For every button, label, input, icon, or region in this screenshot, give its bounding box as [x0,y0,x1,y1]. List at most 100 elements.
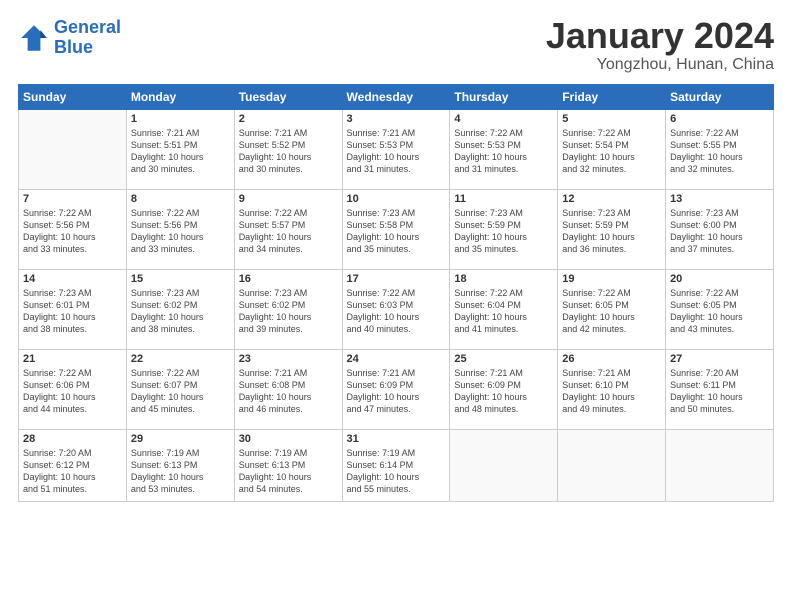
day-number: 7 [23,193,122,205]
logo-text: General Blue [54,18,121,58]
logo-icon [18,22,50,54]
logo: General Blue [18,18,121,58]
day-cell: 23 Sunrise: 7:21 AM Sunset: 6:08 PM Dayli… [234,350,342,430]
day-number: 9 [239,193,338,205]
day-number: 26 [562,353,661,365]
day-number: 24 [347,353,446,365]
col-header-wednesday: Wednesday [342,85,450,110]
day-cell: 30 Sunrise: 7:19 AM Sunset: 6:13 PM Dayli… [234,430,342,502]
day-cell: 19 Sunrise: 7:22 AM Sunset: 6:05 PM Dayli… [558,270,666,350]
day-info: Sunrise: 7:19 AM Sunset: 6:13 PM Dayligh… [131,447,230,496]
day-cell [558,430,666,502]
day-number: 16 [239,273,338,285]
day-cell: 22 Sunrise: 7:22 AM Sunset: 6:07 PM Dayli… [126,350,234,430]
day-number: 31 [347,433,446,445]
day-number: 2 [239,113,338,125]
day-info: Sunrise: 7:23 AM Sunset: 6:01 PM Dayligh… [23,287,122,336]
day-number: 14 [23,273,122,285]
day-cell: 20 Sunrise: 7:22 AM Sunset: 6:05 PM Dayli… [666,270,774,350]
day-number: 6 [670,113,769,125]
day-cell: 9 Sunrise: 7:22 AM Sunset: 5:57 PM Daylig… [234,190,342,270]
day-number: 1 [131,113,230,125]
day-info: Sunrise: 7:19 AM Sunset: 6:13 PM Dayligh… [239,447,338,496]
day-number: 11 [454,193,553,205]
week-row-2: 7 Sunrise: 7:22 AM Sunset: 5:56 PM Daylig… [19,190,774,270]
day-cell: 6 Sunrise: 7:22 AM Sunset: 5:55 PM Daylig… [666,110,774,190]
day-number: 22 [131,353,230,365]
day-cell: 29 Sunrise: 7:19 AM Sunset: 6:13 PM Dayli… [126,430,234,502]
month-title: January 2024 [546,18,774,54]
day-number: 28 [23,433,122,445]
week-row-5: 28 Sunrise: 7:20 AM Sunset: 6:12 PM Dayli… [19,430,774,502]
day-cell: 7Sunrise: 7:22 AM Sunset: 5:56 PM Daylig… [19,190,127,270]
day-info: Sunrise: 7:20 AM Sunset: 6:12 PM Dayligh… [23,447,122,496]
day-info: Sunrise: 7:22 AM Sunset: 5:53 PM Dayligh… [454,127,553,176]
week-row-4: 21Sunrise: 7:22 AM Sunset: 6:06 PM Dayli… [19,350,774,430]
day-info: Sunrise: 7:21 AM Sunset: 6:08 PM Dayligh… [239,367,338,416]
calendar-page: General Blue January 2024 Yongzhou, Huna… [0,0,792,612]
day-info: Sunrise: 7:22 AM Sunset: 5:56 PM Dayligh… [131,207,230,256]
day-cell [666,430,774,502]
day-cell: 5Sunrise: 7:22 AM Sunset: 5:54 PM Daylig… [558,110,666,190]
day-cell: 14 Sunrise: 7:23 AM Sunset: 6:01 PM Dayli… [19,270,127,350]
day-cell: 2 Sunrise: 7:21 AM Sunset: 5:52 PM Daylig… [234,110,342,190]
day-cell: 26 Sunrise: 7:21 AM Sunset: 6:10 PM Dayli… [558,350,666,430]
day-cell: 11 Sunrise: 7:23 AM Sunset: 5:59 PM Dayli… [450,190,558,270]
day-number: 10 [347,193,446,205]
header: General Blue January 2024 Yongzhou, Huna… [18,18,774,74]
day-info: Sunrise: 7:22 AM Sunset: 6:05 PM Dayligh… [670,287,769,336]
day-cell: 4Sunrise: 7:22 AM Sunset: 5:53 PM Daylig… [450,110,558,190]
day-cell: 17Sunrise: 7:22 AM Sunset: 6:03 PM Dayli… [342,270,450,350]
day-cell: 10Sunrise: 7:23 AM Sunset: 5:58 PM Dayli… [342,190,450,270]
col-header-monday: Monday [126,85,234,110]
day-cell: 31 Sunrise: 7:19 AM Sunset: 6:14 PM Dayli… [342,430,450,502]
day-cell [19,110,127,190]
col-header-sunday: Sunday [19,85,127,110]
day-number: 25 [454,353,553,365]
day-info: Sunrise: 7:21 AM Sunset: 5:52 PM Dayligh… [239,127,338,176]
day-cell: 15 Sunrise: 7:23 AM Sunset: 6:02 PM Dayli… [126,270,234,350]
day-number: 29 [131,433,230,445]
day-info: Sunrise: 7:23 AM Sunset: 6:02 PM Dayligh… [239,287,338,336]
day-number: 23 [239,353,338,365]
day-cell: 28 Sunrise: 7:20 AM Sunset: 6:12 PM Dayli… [19,430,127,502]
day-info: Sunrise: 7:22 AM Sunset: 6:06 PM Dayligh… [23,367,122,416]
day-info: Sunrise: 7:23 AM Sunset: 6:00 PM Dayligh… [670,207,769,256]
day-info: Sunrise: 7:22 AM Sunset: 6:05 PM Dayligh… [562,287,661,336]
day-info: Sunrise: 7:23 AM Sunset: 6:02 PM Dayligh… [131,287,230,336]
calendar-table: SundayMondayTuesdayWednesdayThursdayFrid… [18,84,774,502]
day-number: 3 [347,113,446,125]
day-number: 18 [454,273,553,285]
day-cell: 13Sunrise: 7:23 AM Sunset: 6:00 PM Dayli… [666,190,774,270]
day-cell: 18Sunrise: 7:22 AM Sunset: 6:04 PM Dayli… [450,270,558,350]
day-info: Sunrise: 7:22 AM Sunset: 5:55 PM Dayligh… [670,127,769,176]
day-info: Sunrise: 7:19 AM Sunset: 6:14 PM Dayligh… [347,447,446,496]
day-info: Sunrise: 7:22 AM Sunset: 5:57 PM Dayligh… [239,207,338,256]
day-info: Sunrise: 7:22 AM Sunset: 6:03 PM Dayligh… [347,287,446,336]
day-info: Sunrise: 7:20 AM Sunset: 6:11 PM Dayligh… [670,367,769,416]
day-info: Sunrise: 7:23 AM Sunset: 5:59 PM Dayligh… [454,207,553,256]
col-header-tuesday: Tuesday [234,85,342,110]
col-header-friday: Friday [558,85,666,110]
day-number: 12 [562,193,661,205]
col-header-saturday: Saturday [666,85,774,110]
week-row-1: 1Sunrise: 7:21 AM Sunset: 5:51 PM Daylig… [19,110,774,190]
day-cell: 24Sunrise: 7:21 AM Sunset: 6:09 PM Dayli… [342,350,450,430]
day-cell [450,430,558,502]
day-number: 30 [239,433,338,445]
day-number: 19 [562,273,661,285]
day-info: Sunrise: 7:21 AM Sunset: 5:53 PM Dayligh… [347,127,446,176]
day-info: Sunrise: 7:22 AM Sunset: 6:07 PM Dayligh… [131,367,230,416]
day-number: 20 [670,273,769,285]
header-row: SundayMondayTuesdayWednesdayThursdayFrid… [19,85,774,110]
day-info: Sunrise: 7:23 AM Sunset: 5:59 PM Dayligh… [562,207,661,256]
day-cell: 1Sunrise: 7:21 AM Sunset: 5:51 PM Daylig… [126,110,234,190]
day-cell: 8Sunrise: 7:22 AM Sunset: 5:56 PM Daylig… [126,190,234,270]
day-number: 5 [562,113,661,125]
day-info: Sunrise: 7:21 AM Sunset: 6:10 PM Dayligh… [562,367,661,416]
day-cell: 25Sunrise: 7:21 AM Sunset: 6:09 PM Dayli… [450,350,558,430]
day-number: 15 [131,273,230,285]
day-cell: 12 Sunrise: 7:23 AM Sunset: 5:59 PM Dayli… [558,190,666,270]
title-block: January 2024 Yongzhou, Hunan, China [546,18,774,74]
day-number: 27 [670,353,769,365]
